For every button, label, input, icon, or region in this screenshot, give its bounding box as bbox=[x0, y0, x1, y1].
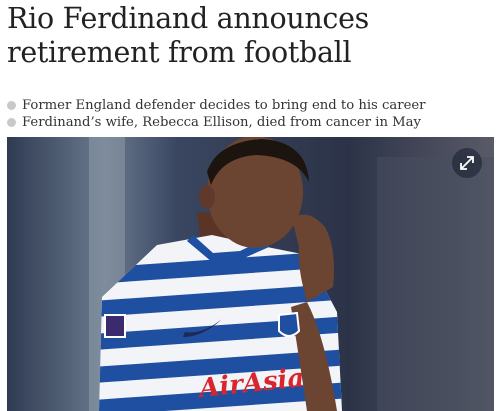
photo-illustration: AirAsia bbox=[7, 137, 494, 411]
standfirst-item: Ferdinand’s wife, Rebecca Ellison, died … bbox=[7, 114, 426, 131]
bullet-dot-icon bbox=[7, 101, 16, 110]
expand-arrows-icon bbox=[460, 156, 474, 170]
standfirst-list: Former England defender decides to bring… bbox=[7, 97, 426, 131]
article-headline: Rio Ferdinand announces retirement from … bbox=[7, 2, 369, 69]
standfirst-text: Ferdinand’s wife, Rebecca Ellison, died … bbox=[22, 115, 421, 130]
bullet-dot-icon bbox=[7, 118, 16, 127]
standfirst-item: Former England defender decides to bring… bbox=[7, 97, 426, 114]
article-main-photo: AirAsia bbox=[7, 137, 494, 411]
standfirst-text: Former England defender decides to bring… bbox=[22, 98, 426, 113]
expand-image-button[interactable] bbox=[452, 148, 482, 178]
